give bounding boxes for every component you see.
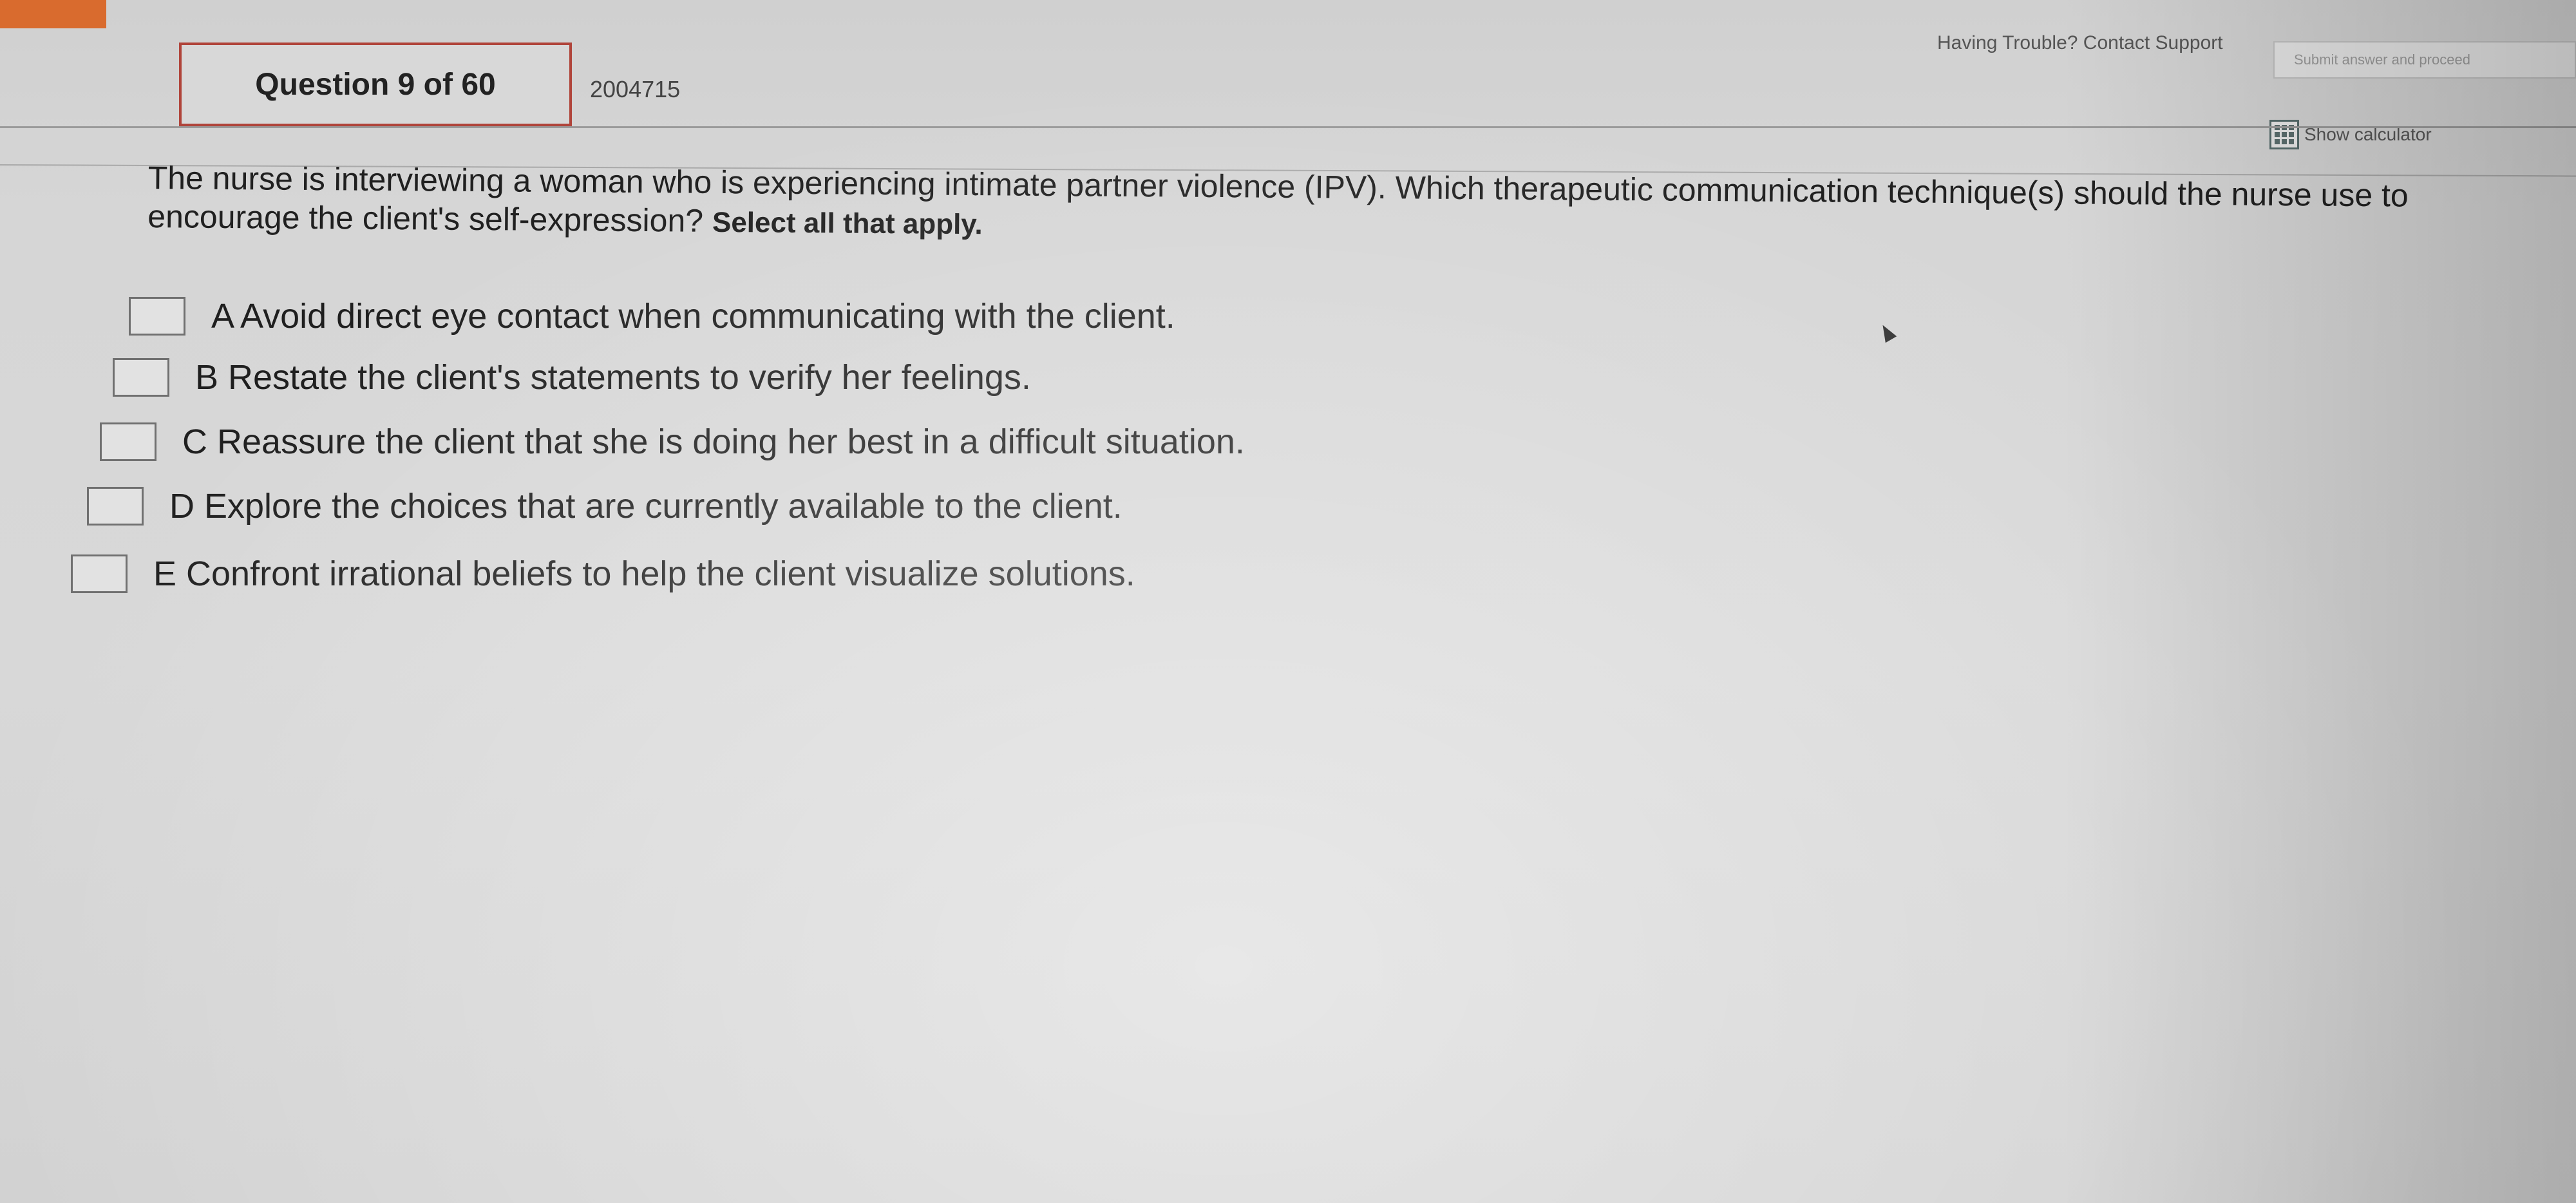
answer-option-b[interactable]: B Restate the client's statements to ver…: [113, 357, 1031, 397]
answer-option-label: D Explore the choices that are currently…: [169, 487, 1122, 526]
answer-checkbox[interactable]: [71, 554, 128, 593]
question-counter-box: Question 9 of 60: [179, 43, 572, 126]
brand-accent-tab: [0, 0, 106, 28]
question-counter: Question 9 of 60: [255, 67, 496, 102]
answer-option-label: E Confront irrational beliefs to help th…: [153, 554, 1135, 593]
question-id: 2004715: [590, 76, 681, 102]
calculator-icon: [2269, 120, 2299, 149]
header-divider: [0, 126, 2576, 128]
answer-option-c[interactable]: C Reassure the client that she is doing …: [100, 422, 1245, 462]
answer-option-e[interactable]: E Confront irrational beliefs to help th…: [71, 554, 1135, 594]
answer-checkbox[interactable]: [100, 422, 156, 461]
answer-option-label: B Restate the client's statements to ver…: [195, 358, 1031, 397]
answer-option-label: C Reassure the client that she is doing …: [182, 422, 1245, 461]
contact-support-link[interactable]: Having Trouble? Contact Support: [1937, 32, 2223, 54]
answer-option-a[interactable]: A Avoid direct eye contact when communic…: [129, 296, 1175, 336]
show-calculator-button[interactable]: Show calculator: [2269, 120, 2432, 149]
answer-checkbox[interactable]: [87, 487, 144, 526]
submit-button[interactable]: Submit answer and proceed: [2273, 41, 2576, 79]
question-instruction: Select all that apply.: [712, 206, 983, 241]
answer-checkbox[interactable]: [129, 297, 185, 336]
answer-option-label: A Avoid direct eye contact when communic…: [211, 297, 1175, 336]
answer-checkbox[interactable]: [113, 358, 169, 397]
answer-option-d[interactable]: D Explore the choices that are currently…: [87, 486, 1122, 526]
question-text: The nurse is interviewing a woman who is…: [147, 159, 2409, 239]
mouse-cursor-icon: [1877, 321, 1897, 343]
